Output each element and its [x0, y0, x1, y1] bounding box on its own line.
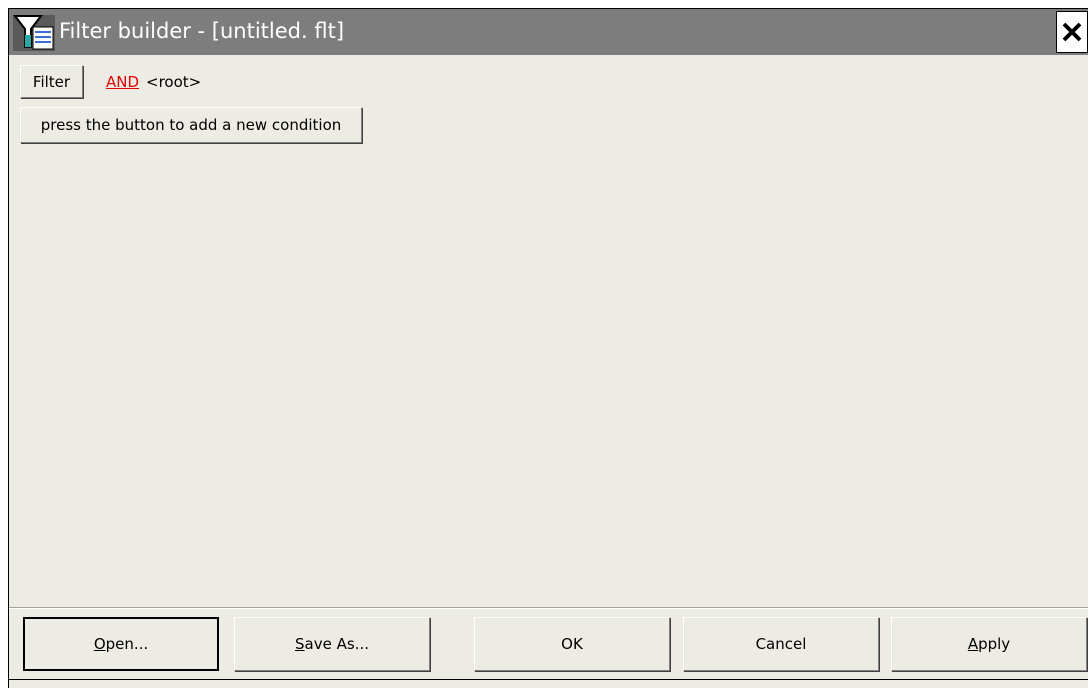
close-icon	[1062, 22, 1082, 42]
cancel-button-label: Cancel	[755, 635, 807, 653]
title-bar[interactable]: Filter builder - [untitled. flt]	[9, 9, 1088, 55]
add-condition-button[interactable]: press the button to add a new condition	[20, 107, 362, 143]
open-button[interactable]: Open...	[23, 617, 219, 671]
filter-button[interactable]: Filter	[20, 65, 83, 98]
cancel-button[interactable]: Cancel	[683, 617, 879, 671]
save-as-button[interactable]: Save As...	[234, 617, 430, 671]
filter-builder-window: Filter builder - [untitled. flt] Filter …	[8, 8, 1088, 688]
apply-button-label: Apply	[967, 635, 1011, 653]
apply-button[interactable]: Apply	[891, 617, 1087, 671]
ok-button-label: OK	[561, 635, 583, 653]
button-bar-divider	[9, 607, 1088, 609]
window-title: Filter builder - [untitled. flt]	[59, 19, 345, 43]
close-button[interactable]	[1056, 11, 1088, 53]
root-label: <root>	[146, 73, 202, 91]
open-button-label: Open...	[93, 635, 149, 653]
window-bottom-border	[9, 679, 1088, 680]
filter-funnel-icon	[11, 13, 57, 53]
operator-and-link[interactable]: AND	[106, 73, 139, 91]
ok-button[interactable]: OK	[474, 617, 670, 671]
save-as-button-label: Save As...	[295, 635, 369, 653]
